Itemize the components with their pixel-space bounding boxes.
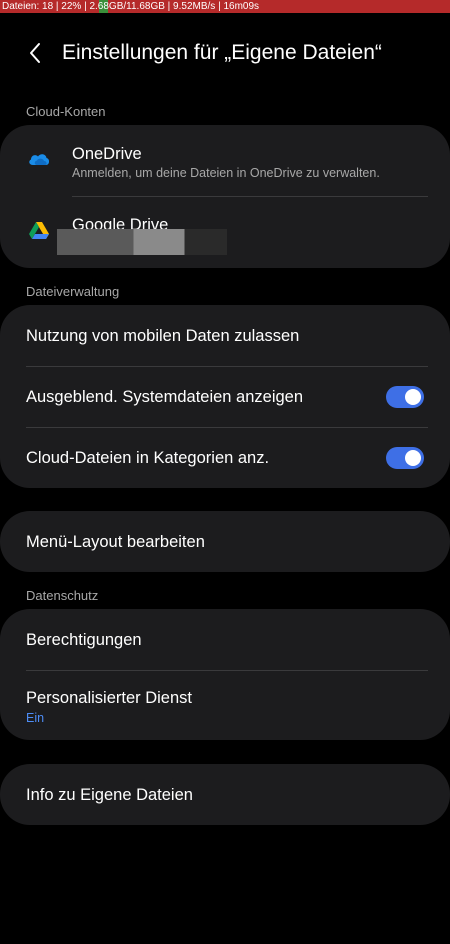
- menu-layout-card[interactable]: Menü-Layout bearbeiten: [0, 511, 450, 572]
- chevron-left-icon: [30, 43, 40, 63]
- onedrive-title: OneDrive: [72, 145, 142, 163]
- cloud-categories-label: Cloud-Dateien in Kategorien anz.: [26, 449, 270, 467]
- header: Einstellungen für „Eigene Dateien“: [0, 30, 450, 76]
- redacted-account: [57, 229, 227, 255]
- section-label-cloud: Cloud-Konten: [26, 104, 106, 119]
- status-bar-text: Dateien: 18 | 22% | 2.68GB/11.68GB | 9.5…: [2, 1, 260, 12]
- onedrive-icon: [29, 154, 50, 165]
- onedrive-row[interactable]: OneDrive Anmelden, um deine Dateien in O…: [0, 125, 450, 197]
- onedrive-subtitle: Anmelden, um deine Dateien in OneDrive z…: [72, 166, 380, 180]
- google-drive-icon: [29, 222, 49, 239]
- hidden-files-toggle[interactable]: [386, 386, 424, 408]
- privacy-card: Berechtigungen Personalisierter Dienst E…: [0, 609, 450, 740]
- file-management-card: Nutzung von mobilen Daten zulassen Ausge…: [0, 305, 450, 488]
- personalized-service-row[interactable]: Personalisierter Dienst Ein: [0, 670, 450, 740]
- cloud-categories-row[interactable]: Cloud-Dateien in Kategorien anz.: [0, 427, 450, 488]
- permissions-row[interactable]: Berechtigungen: [0, 609, 450, 670]
- info-label: Info zu Eigene Dateien: [26, 786, 193, 804]
- mobile-data-label: Nutzung von mobilen Daten zulassen: [26, 327, 300, 345]
- page-title: Einstellungen für „Eigene Dateien“: [62, 41, 382, 64]
- personalized-service-value: Ein: [26, 711, 45, 725]
- section-label-file-management: Dateiverwaltung: [26, 284, 120, 299]
- hidden-files-row[interactable]: Ausgeblend. Systemdateien anzeigen: [0, 366, 450, 427]
- back-button[interactable]: [22, 40, 48, 66]
- cloud-categories-toggle[interactable]: [386, 447, 424, 469]
- hidden-files-label: Ausgeblend. Systemdateien anzeigen: [26, 388, 304, 406]
- personalized-service-label: Personalisierter Dienst: [26, 689, 192, 707]
- cloud-accounts-card: OneDrive Anmelden, um deine Dateien in O…: [0, 125, 450, 268]
- menu-layout-label: Menü-Layout bearbeiten: [26, 533, 205, 551]
- toggle-knob: [405, 389, 421, 405]
- status-bar: Dateien: 18 | 22% | 2.68GB/11.68GB | 9.5…: [0, 0, 450, 13]
- permissions-label: Berechtigungen: [26, 631, 142, 649]
- google-drive-row[interactable]: Google Drive: [0, 197, 450, 268]
- info-card[interactable]: Info zu Eigene Dateien: [0, 764, 450, 825]
- mobile-data-row[interactable]: Nutzung von mobilen Daten zulassen: [0, 305, 450, 366]
- toggle-knob: [405, 450, 421, 466]
- section-label-privacy: Datenschutz: [26, 588, 99, 603]
